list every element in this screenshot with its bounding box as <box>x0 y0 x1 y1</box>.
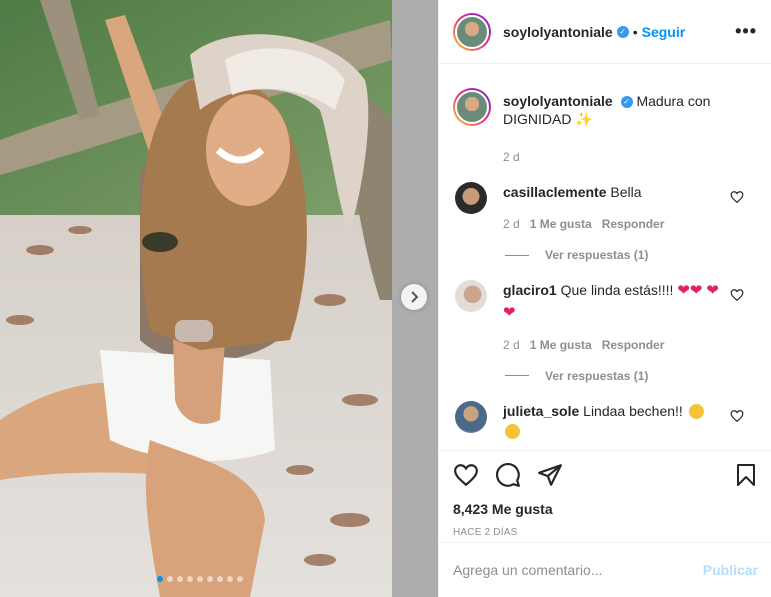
replies-divider <box>505 375 529 377</box>
carousel-dot <box>167 576 173 582</box>
action-icons <box>453 461 758 489</box>
like-comment-heart-icon[interactable] <box>730 190 744 204</box>
like-heart-icon[interactable] <box>453 462 479 488</box>
carousel-dot <box>207 576 213 582</box>
carousel-dot <box>217 576 223 582</box>
post-side-panel: soylolyantoniale ✓ • Seguir ••• soylolya… <box>438 0 771 597</box>
save-bookmark-icon[interactable] <box>734 462 758 488</box>
carousel-dot <box>197 576 203 582</box>
photo-illustration <box>0 0 392 597</box>
smiling-face-emoji-icon <box>505 424 520 440</box>
comment-text-line: casillaclemente Bella <box>503 182 728 202</box>
caption-time[interactable]: 2 d <box>503 150 758 164</box>
comment-text: Bella <box>610 184 642 200</box>
comment-item: julieta_sole Lindaa bechen!! <box>453 400 758 441</box>
red-heart-emoji-icon: ❤ <box>706 282 719 300</box>
add-comment-bar: Publicar <box>439 542 771 597</box>
carousel-dot <box>237 576 243 582</box>
comment-meta: 2 d 1 Me gusta Responder <box>503 214 728 234</box>
reply-button[interactable]: Responder <box>602 214 665 234</box>
comment-text-line: julieta_sole Lindaa bechen!! <box>503 401 728 441</box>
carousel-dot <box>157 576 163 582</box>
comment-time[interactable]: 2 d <box>503 214 520 234</box>
instagram-post-modal: soylolyantoniale ✓ • Seguir ••• soylolya… <box>0 0 771 597</box>
like-comment-heart-icon[interactable] <box>730 288 744 302</box>
comment-bubble-icon[interactable] <box>495 462 521 488</box>
reply-button[interactable]: Responder <box>602 335 665 355</box>
commenter-avatar[interactable] <box>455 280 487 312</box>
verified-badge-icon: ✓ <box>616 25 629 38</box>
more-options-icon[interactable]: ••• <box>735 21 757 42</box>
likes-count[interactable]: 8,423 Me gusta <box>453 501 758 517</box>
comment-meta: 2 d 1 Me gusta Responder <box>503 335 728 355</box>
view-replies-button[interactable]: Ver respuestas (1) <box>505 369 758 383</box>
view-replies-button[interactable]: Ver respuestas (1) <box>505 248 758 262</box>
comments-list[interactable]: soylolyantoniale ✓ Madura con DIGNIDAD ✨… <box>439 64 771 450</box>
commenter-username[interactable]: glaciro1 <box>503 282 557 298</box>
post-caption: soylolyantoniale ✓ Madura con DIGNIDAD ✨ <box>453 64 758 128</box>
author-username[interactable]: soylolyantoniale <box>503 24 613 40</box>
publish-button[interactable]: Publicar <box>703 562 758 578</box>
carousel-next-button[interactable] <box>401 284 427 310</box>
caption-author-avatar[interactable] <box>453 88 491 126</box>
commenter-avatar[interactable] <box>455 400 487 433</box>
like-comment-heart-icon[interactable] <box>730 409 744 423</box>
separator-bullet: • <box>632 23 638 40</box>
carousel-dot <box>187 576 193 582</box>
view-replies-label: Ver respuestas (1) <box>545 368 649 383</box>
comment-likes[interactable]: 1 Me gusta <box>530 214 592 234</box>
red-heart-emoji-icon: ❤ <box>689 282 703 300</box>
comment-input[interactable] <box>453 562 703 578</box>
follow-button[interactable]: Seguir <box>642 24 686 40</box>
comment-text: Que linda estás!!!! <box>560 282 674 298</box>
post-timestamp[interactable]: HACE 2 DÍAS <box>453 527 758 538</box>
comment-text: Lindaa bechen!! <box>583 402 683 419</box>
comment-likes[interactable]: 1 Me gusta <box>530 335 592 355</box>
commenter-username[interactable]: julieta_sole <box>503 403 579 419</box>
caption-text-block: soylolyantoniale ✓ Madura con DIGNIDAD ✨ <box>503 88 758 128</box>
carousel-dot <box>177 576 183 582</box>
comment-text-line: glaciro1 Que linda estás!!!! ❤❤ ❤❤ <box>503 280 728 323</box>
carousel-dot <box>227 576 233 582</box>
comment-item: casillaclemente Bella 2 d 1 Me gusta Res… <box>453 182 758 234</box>
post-photo[interactable] <box>0 0 392 597</box>
author-avatar[interactable] <box>453 12 491 51</box>
post-header: soylolyantoniale ✓ • Seguir ••• <box>439 0 771 64</box>
share-paper-plane-icon[interactable] <box>537 462 563 488</box>
hugging-face-emoji-icon <box>688 404 704 420</box>
comment-item: glaciro1 Que linda estás!!!! ❤❤ ❤❤ 2 d 1… <box>453 280 758 355</box>
commenter-avatar[interactable] <box>455 182 487 214</box>
red-heart-emoji-icon: ❤ <box>677 282 690 300</box>
caption-username[interactable]: soylolyantoniale <box>503 93 613 109</box>
chevron-right-icon <box>411 291 419 303</box>
comment-time[interactable]: 2 d <box>503 335 520 355</box>
red-heart-emoji-icon: ❤ <box>503 303 516 321</box>
verified-badge-icon: ✓ <box>620 96 633 109</box>
carousel-indicators <box>157 576 243 582</box>
view-replies-label: Ver respuestas (1) <box>545 248 649 262</box>
commenter-username[interactable]: casillaclemente <box>503 184 607 200</box>
post-actions: 8,423 Me gusta HACE 2 DÍAS <box>439 450 771 538</box>
replies-divider <box>505 254 529 256</box>
sparkles-emoji-icon: ✨ <box>575 111 593 127</box>
